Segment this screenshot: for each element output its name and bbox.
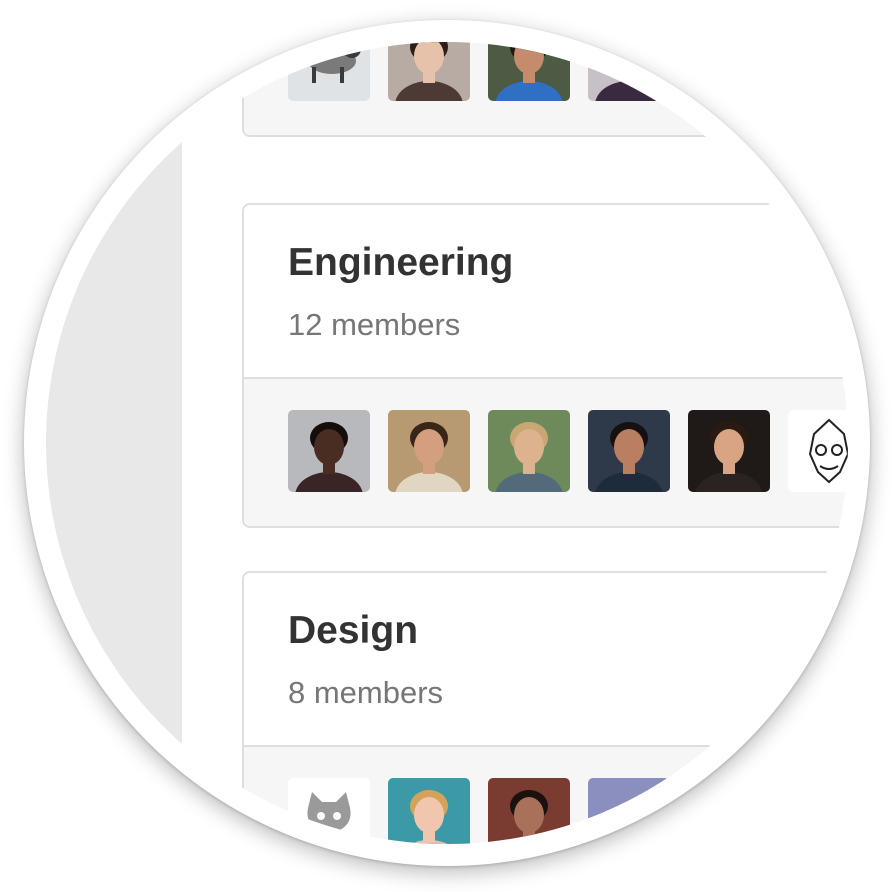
woman-blonde-photo-avatar[interactable]: [388, 778, 470, 844]
woman-glasses-photo-avatar[interactable]: [488, 778, 570, 844]
woman-hat-photo-avatar[interactable]: [488, 410, 570, 492]
team-avatar-strip: [244, 379, 848, 526]
man-dark-photo-avatar[interactable]: [688, 410, 770, 492]
sidebar: [46, 42, 182, 844]
team-avatar-strip: [244, 42, 848, 135]
team-card-design[interactable]: Design 8 members: [242, 571, 848, 844]
team-name[interactable]: Design: [288, 609, 418, 653]
mask-drawing-avatar[interactable]: [788, 410, 848, 492]
cat-photo-avatar[interactable]: [288, 42, 370, 101]
team-name[interactable]: Engineering: [288, 241, 513, 285]
man-outdoor-photo-avatar[interactable]: [388, 410, 470, 492]
man-suit-photo-avatar[interactable]: [588, 42, 670, 101]
team-member-count: 8 members: [288, 675, 444, 710]
zoomed-viewport: Engineering 12 members Design 8 members: [46, 42, 848, 844]
octocat-avatar[interactable]: [288, 778, 370, 844]
woman-photo-avatar[interactable]: [388, 42, 470, 101]
woman-smiling-photo-avatar[interactable]: [588, 410, 670, 492]
gradient-avatar[interactable]: [588, 778, 670, 844]
team-card-engineering[interactable]: Engineering 12 members: [242, 203, 848, 528]
team-card-header[interactable]: Engineering 12 members: [244, 205, 848, 379]
bearded-man-photo-avatar[interactable]: [488, 42, 570, 101]
team-avatar-strip: [244, 747, 848, 844]
team-card-header[interactable]: Design 8 members: [244, 573, 848, 747]
team-card[interactable]: [242, 42, 848, 137]
team-member-count: 12 members: [288, 307, 461, 342]
man-smiling-photo-avatar[interactable]: [288, 410, 370, 492]
